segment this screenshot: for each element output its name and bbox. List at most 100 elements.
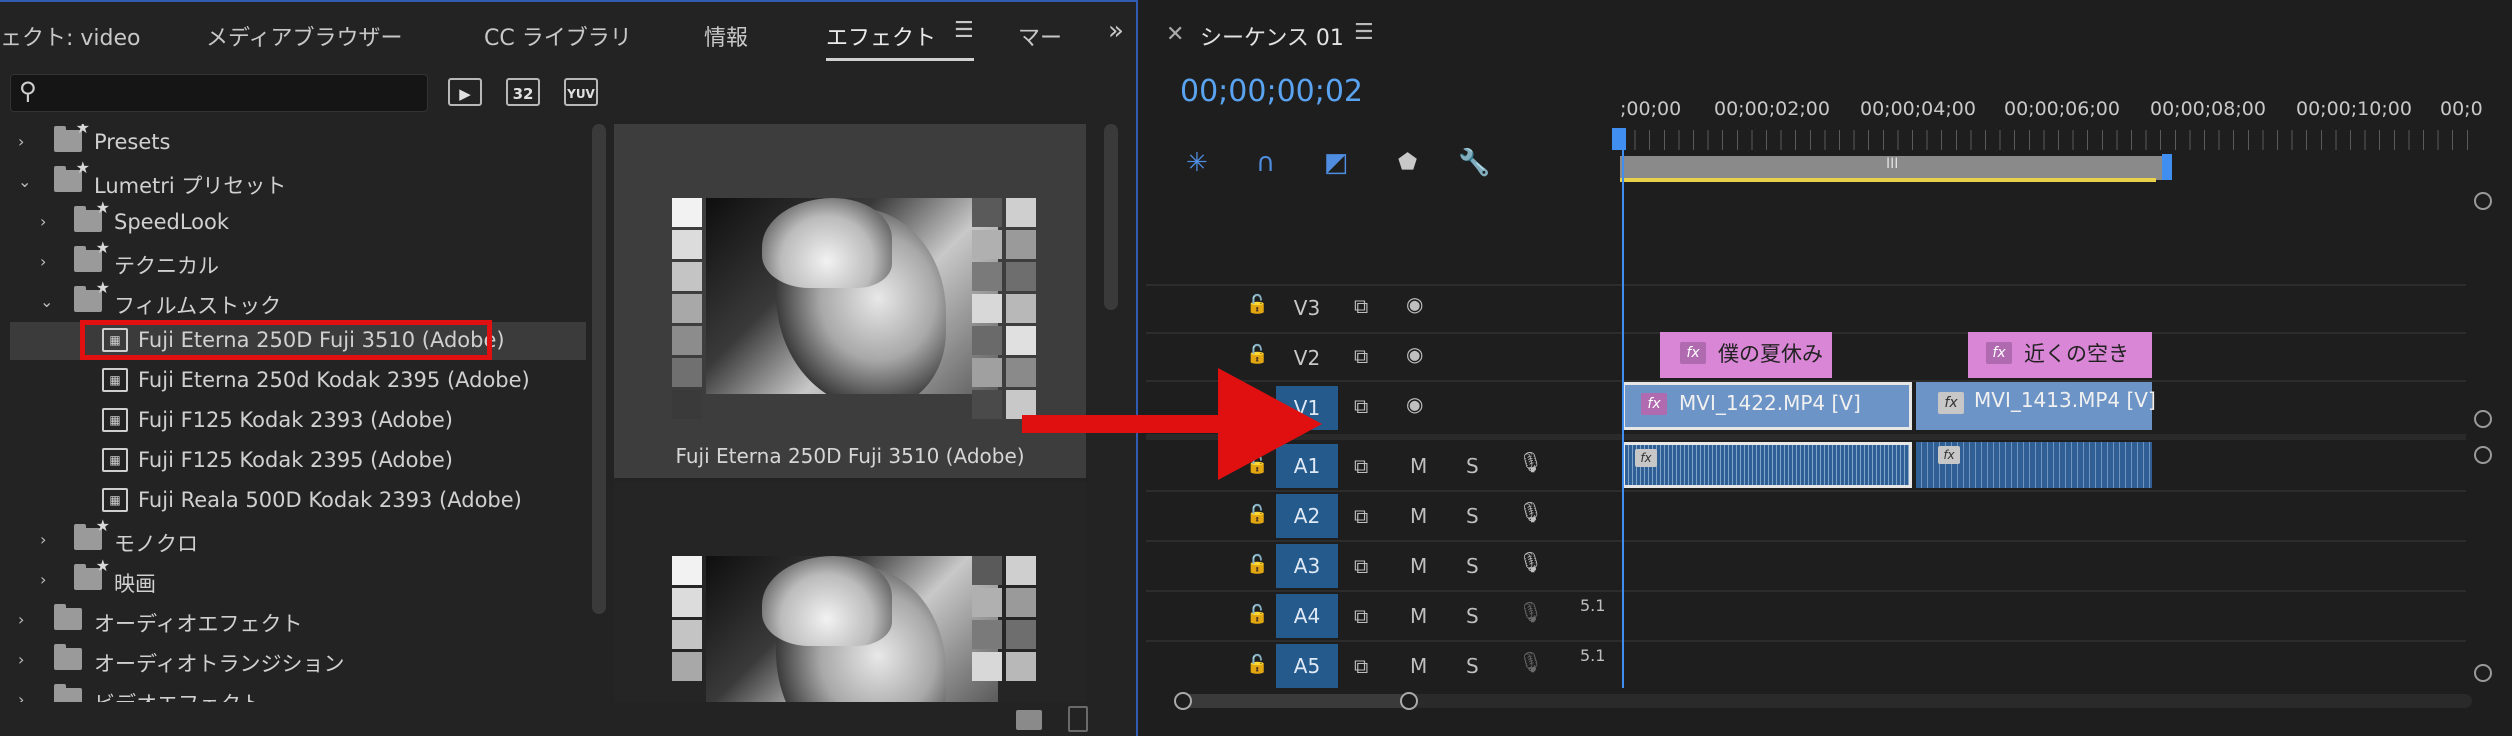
tree-item-audio-transitions[interactable]: › オーディオトランジション [10,642,586,680]
lock-icon[interactable]: 🔓 [1246,344,1268,365]
chevron-right-icon[interactable]: › [18,132,36,151]
time-ruler[interactable]: ;00;00 00;00;02;00 00;00;04;00 00;00;06;… [1620,98,2483,122]
sync-lock-icon[interactable]: ⧉ [1354,394,1368,418]
tab-media-browser[interactable]: メディアブラウザー [206,20,402,52]
timeline-hscroll-thumb[interactable] [1180,694,1412,708]
tab-effects[interactable]: エフェクト [826,20,936,52]
sync-lock-icon[interactable]: ⧉ [1354,654,1368,678]
video-clip[interactable]: fx MVI_1422.MP4 [V] [1622,382,1912,430]
solo-button[interactable]: S [1466,554,1479,578]
mute-button[interactable]: M [1410,454,1427,478]
new-bin-icon[interactable] [1016,710,1042,730]
zoom-end-handle[interactable] [1400,692,1418,710]
chevron-right-icon[interactable]: › [40,252,58,271]
lock-icon[interactable]: 🔓 [1246,604,1268,625]
eye-icon[interactable]: ◉ [1406,292,1423,316]
tree-item-filmstock[interactable]: ⌄ ★ フィルムストック [10,278,586,322]
audio-clip[interactable]: fx [1916,442,2152,488]
chevron-right-icon[interactable]: › [40,530,58,549]
sync-lock-icon[interactable]: ⧉ [1354,504,1368,528]
tab-cc-libraries[interactable]: CC ライブラリ [484,20,632,52]
microphone-icon[interactable]: 🎙 [1518,550,1543,574]
tree-item-audio-effects[interactable]: › オーディオエフェクト [10,602,586,640]
chevron-down-icon[interactable]: ⌄ [40,292,58,311]
sync-lock-icon[interactable]: ⧉ [1354,344,1368,368]
graphics-clip[interactable]: fx 近くの空き [1968,332,2152,378]
preview-scrollbar[interactable] [1104,124,1118,310]
tree-item-preset[interactable]: ▦ Fuji Reala 500D Kodak 2393 (Adobe) [10,482,586,520]
tree-scrollbar[interactable] [592,124,606,614]
sync-lock-icon[interactable]: ⧉ [1354,554,1368,578]
tree-item-preset[interactable]: ▦ Fuji F125 Kodak 2393 (Adobe) [10,402,586,440]
playhead-line[interactable] [1622,140,1624,688]
microphone-icon[interactable]: 🎙 [1518,450,1543,474]
mute-button[interactable]: M [1410,604,1427,628]
linked-selection-icon[interactable]: ◩ [1324,148,1349,178]
video-clip[interactable]: fx MVI_1413.MP4 [V] [1916,382,2156,430]
solo-button[interactable]: S [1466,654,1479,678]
tab-info[interactable]: 情報 [704,20,748,52]
tree-item-presets[interactable]: › ★ Presets [10,124,586,162]
sync-lock-icon[interactable]: ⧉ [1354,604,1368,628]
mute-button[interactable]: M [1410,554,1427,578]
chevron-down-icon[interactable]: ⌄ [18,172,36,191]
playhead-timecode[interactable]: 00;00;00;02 [1180,74,1363,109]
sync-lock-icon[interactable]: ⧉ [1354,294,1368,318]
tree-item-preset[interactable]: ▦ Fuji Eterna 250d Kodak 2395 (Adobe) [10,362,586,400]
search-input[interactable]: ⚲ [10,74,428,112]
magnet-snap-icon[interactable]: ∩ [1256,148,1275,178]
add-marker-icon[interactable]: ⬟ [1398,150,1417,175]
trash-icon[interactable] [1068,706,1088,732]
audio-clip[interactable]: fx [1622,442,1912,488]
hamburger-icon[interactable]: ☰ [954,18,974,43]
microphone-icon[interactable]: 🎙 [1518,600,1543,624]
video-zoom-handle[interactable] [2474,192,2492,210]
video-audio-divider[interactable] [1146,434,2466,440]
accelerated-effects-button[interactable]: ▶ [448,78,482,106]
work-area-grip[interactable]: III [1886,156,1898,172]
32bit-button[interactable]: 32 [506,78,540,106]
solo-button[interactable]: S [1466,504,1479,528]
eye-icon[interactable]: ◉ [1406,342,1423,366]
chevron-right-icon[interactable]: › [40,212,58,231]
wrench-settings-icon[interactable]: 🔧 [1458,148,1490,178]
track-name-a5[interactable]: A5 [1276,644,1338,688]
sequence-title[interactable]: シーケンス 01 [1200,20,1344,52]
chevron-right-icon[interactable]: › [40,570,58,589]
snap-nest-icon[interactable]: ✳ [1186,148,1208,178]
yuv-button[interactable]: YUV [564,78,598,106]
zoom-start-handle[interactable] [1174,692,1192,710]
solo-button[interactable]: S [1466,454,1479,478]
mute-button[interactable]: M [1410,654,1427,678]
ruler-ticks[interactable] [1620,130,2470,150]
tab-effect-controls[interactable]: ェクト: video [0,20,141,52]
chevron-right-icon[interactable]: › [18,690,36,702]
microphone-icon[interactable]: 🎙 [1518,650,1543,674]
track-name-a3[interactable]: A3 [1276,544,1338,588]
tree-item-monochrome[interactable]: › ★ モノクロ [10,516,586,560]
eye-icon[interactable]: ◉ [1406,392,1423,416]
work-area-bar[interactable]: III [1620,156,2168,180]
tree-item-preset[interactable]: ▦ Fuji F125 Kodak 2395 (Adobe) [10,442,586,480]
hamburger-icon[interactable]: ☰ [1354,20,1374,45]
lock-icon[interactable]: 🔓 [1246,504,1268,525]
solo-button[interactable]: S [1466,604,1479,628]
work-area-end-handle[interactable] [2162,154,2172,180]
chevron-right-icon[interactable]: › [18,610,36,629]
track-name-v3[interactable]: V3 [1276,286,1338,330]
tree-item-lumetri-presets[interactable]: ⌄ ★ Lumetri プリセット [10,158,586,202]
lock-icon[interactable]: 🔓 [1246,554,1268,575]
microphone-icon[interactable]: 🎙 [1518,500,1543,524]
audio-zoom-handle[interactable] [2474,446,2492,464]
graphics-clip[interactable]: fx 僕の夏休み [1660,332,1832,378]
chevron-right-icon[interactable]: › [18,650,36,669]
tree-item-video-effects[interactable]: › ビデオエフェクト [10,682,586,702]
tree-item-technical[interactable]: › ★ テクニカル [10,238,586,282]
close-icon[interactable]: ✕ [1166,22,1184,47]
mute-button[interactable]: M [1410,504,1427,528]
tree-item-speedlook[interactable]: › ★ SpeedLook [10,198,586,242]
lock-icon[interactable]: 🔓 [1246,294,1268,315]
sync-lock-icon[interactable]: ⧉ [1354,454,1368,478]
video-zoom-handle[interactable] [2474,410,2492,428]
track-name-a4[interactable]: A4 [1276,594,1338,638]
